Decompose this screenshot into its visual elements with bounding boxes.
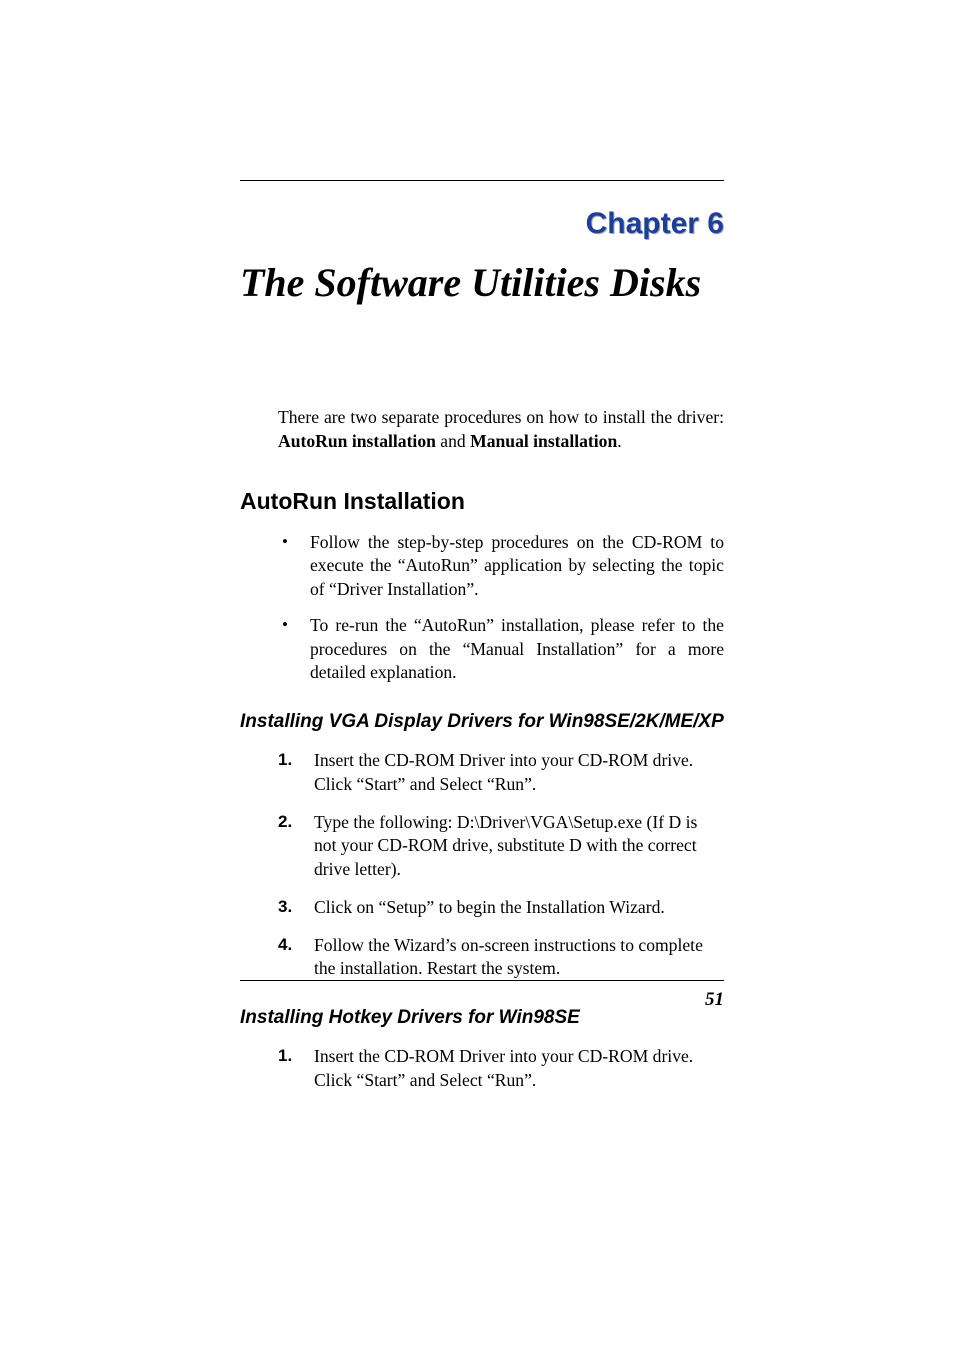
intro-text-1: There are two separate procedures on how… bbox=[278, 407, 724, 427]
intro-text-3: . bbox=[617, 431, 621, 451]
list-item: 4. Follow the Wizard’s on-screen instruc… bbox=[278, 934, 724, 982]
bottom-divider bbox=[240, 980, 724, 981]
list-item: 3. Click on “Setup” to begin the Install… bbox=[278, 896, 724, 920]
autorun-bullet-list: Follow the step-by-step procedures on th… bbox=[278, 531, 724, 686]
step-text: Follow the Wizard’s on-screen instructio… bbox=[314, 935, 703, 979]
chapter-label: Chapter 6 bbox=[240, 207, 724, 241]
step-text: Type the following: D:\Driver\VGA\Setup.… bbox=[314, 812, 697, 880]
top-divider bbox=[240, 180, 724, 181]
list-item: 1. Insert the CD-ROM Driver into your CD… bbox=[278, 1045, 724, 1093]
intro-bold-2: Manual installation bbox=[470, 431, 617, 451]
step-number: 3. bbox=[278, 896, 292, 919]
section-heading-autorun: AutoRun Installation bbox=[240, 488, 724, 515]
step-text: Insert the CD-ROM Driver into your CD-RO… bbox=[314, 750, 693, 794]
step-number: 1. bbox=[278, 749, 292, 772]
step-number: 2. bbox=[278, 811, 292, 834]
vga-steps-list: 1. Insert the CD-ROM Driver into your CD… bbox=[278, 749, 724, 981]
step-number: 1. bbox=[278, 1045, 292, 1068]
intro-paragraph: There are two separate procedures on how… bbox=[278, 406, 724, 454]
hotkey-steps-list: 1. Insert the CD-ROM Driver into your CD… bbox=[278, 1045, 724, 1093]
page-number: 51 bbox=[240, 989, 724, 1011]
list-item: Follow the step-by-step procedures on th… bbox=[278, 531, 724, 602]
intro-text-2: and bbox=[436, 431, 470, 451]
page-footer: 51 bbox=[240, 980, 724, 1011]
intro-bold-1: AutoRun installation bbox=[278, 431, 436, 451]
list-item: 1. Insert the CD-ROM Driver into your CD… bbox=[278, 749, 724, 797]
subsection-heading-vga: Installing VGA Display Drivers for Win98… bbox=[240, 711, 724, 733]
chapter-title: The Software Utilities Disks bbox=[240, 259, 724, 306]
step-text: Click on “Setup” to begin the Installati… bbox=[314, 897, 665, 917]
step-number: 4. bbox=[278, 934, 292, 957]
list-item: 2. Type the following: D:\Driver\VGA\Set… bbox=[278, 811, 724, 882]
list-item: To re-run the “AutoRun” installation, pl… bbox=[278, 614, 724, 685]
step-text: Insert the CD-ROM Driver into your CD-RO… bbox=[314, 1046, 693, 1090]
